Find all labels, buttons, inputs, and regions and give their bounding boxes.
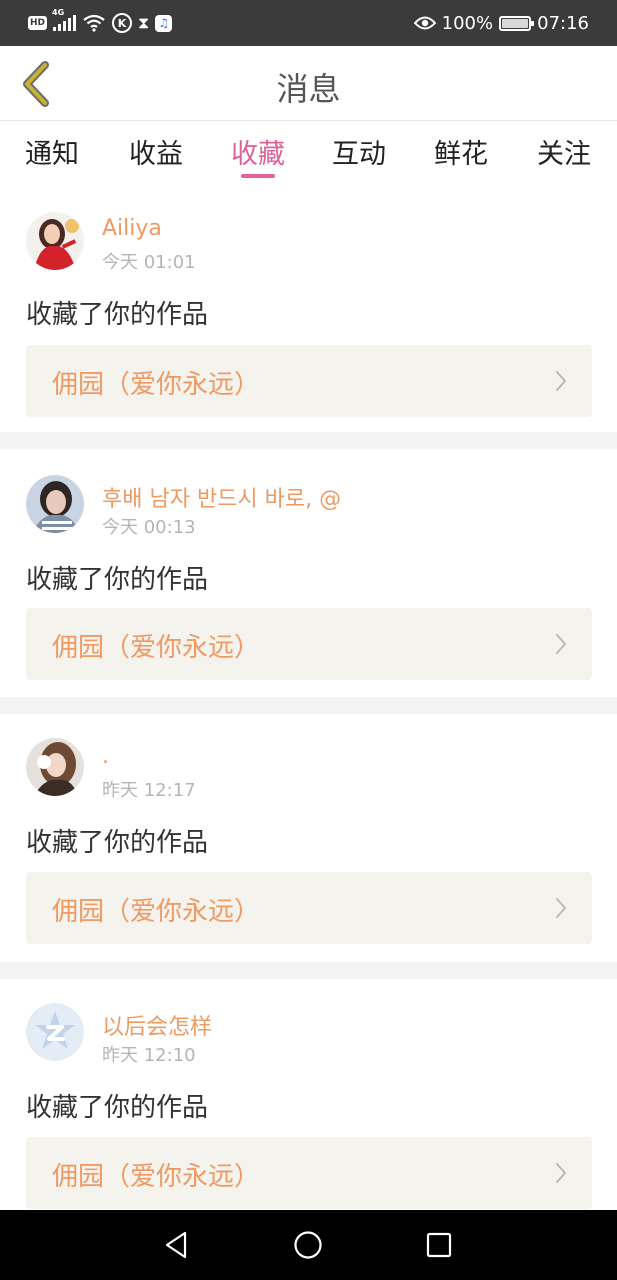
nav-recents-button[interactable] xyxy=(422,1228,456,1262)
tab-favorites[interactable]: 收藏 xyxy=(208,132,308,171)
back-triangle-icon xyxy=(165,1231,187,1259)
hd-icon: HD xyxy=(28,16,48,30)
divider xyxy=(0,962,617,979)
system-nav-bar xyxy=(0,1210,617,1280)
timestamp: 今天 01:01 xyxy=(102,252,196,273)
work-title: 佣园（爱你永远） xyxy=(52,370,261,400)
eye-icon xyxy=(413,16,436,30)
avatar[interactable] xyxy=(26,212,84,270)
action-text: 收藏了你的作品 xyxy=(26,828,209,858)
notification-list: Ailiya 今天 01:01 收藏了你的作品 佣园（爱你永远） 후배 남자 반… xyxy=(0,184,617,1227)
timestamp: 昨天 12:17 xyxy=(102,780,196,801)
chevron-right-icon xyxy=(556,371,567,391)
divider xyxy=(0,697,617,714)
work-link[interactable]: 佣园（爱你永远） xyxy=(26,608,592,680)
wifi-icon xyxy=(83,14,105,32)
work-link[interactable]: 佣园（爱你永远） xyxy=(26,872,592,944)
page-title: 消息 xyxy=(276,70,341,108)
music-app-icon: ♫ xyxy=(155,14,173,32)
avatar[interactable] xyxy=(26,738,84,796)
recents-square-icon xyxy=(426,1232,452,1258)
action-text: 收藏了你的作品 xyxy=(26,1093,209,1123)
chevron-right-icon xyxy=(556,1163,567,1183)
list-item: 以后会怎样 昨天 12:10 收藏了你的作品 佣园（爱你永远） xyxy=(0,979,617,1227)
avatar[interactable] xyxy=(26,475,84,533)
signal-icon: 4G xyxy=(52,8,77,31)
k-app-icon: K xyxy=(112,13,133,33)
tab-following[interactable]: 关注 xyxy=(514,132,614,171)
status-left-icons: HD 4G K ⧗ ♫ xyxy=(28,8,173,34)
clock: 07:16 xyxy=(537,12,589,34)
list-item: 후배 남자 반드시 바로, @ 今天 00:13 收藏了你的作品 佣园（爱你永远… xyxy=(0,449,617,697)
status-bar: HD 4G K ⧗ ♫ 100% 07:16 xyxy=(0,0,617,46)
header: 消息 xyxy=(0,46,617,121)
nav-back-button[interactable] xyxy=(159,1228,193,1262)
work-link[interactable]: 佣园（爱你永远） xyxy=(26,1137,592,1209)
chevron-right-icon xyxy=(556,898,567,918)
work-link[interactable]: 佣园（爱你永远） xyxy=(26,345,592,417)
tab-earnings[interactable]: 收益 xyxy=(106,132,206,171)
tab-interactions[interactable]: 互动 xyxy=(309,132,409,171)
tab-flowers[interactable]: 鲜花 xyxy=(411,132,511,171)
work-title: 佣园（爱你永远） xyxy=(52,1162,261,1192)
timestamp: 今天 00:13 xyxy=(102,517,196,538)
list-item: Ailiya 今天 01:01 收藏了你的作品 佣园（爱你永远） xyxy=(0,184,617,432)
divider xyxy=(0,432,617,449)
network-type-label: 4G xyxy=(52,8,65,17)
active-tab-indicator xyxy=(241,174,275,178)
chevron-right-icon xyxy=(556,634,567,654)
work-title: 佣园（爱你永远） xyxy=(52,633,261,663)
battery-percent: 100% xyxy=(441,12,494,34)
action-text: 收藏了你的作品 xyxy=(26,565,209,595)
tab-bar: 通知 收益 收藏 互动 鲜花 关注 xyxy=(0,122,617,184)
username[interactable]: Ailiya xyxy=(102,216,162,241)
username[interactable]: 후배 남자 반드시 바로, @ xyxy=(102,481,341,513)
action-text: 收藏了你的作品 xyxy=(26,300,209,330)
timestamp: 昨天 12:10 xyxy=(102,1045,196,1066)
list-item: . 昨天 12:17 收藏了你的作品 佣园（爱你永远） xyxy=(0,714,617,962)
tab-notifications[interactable]: 通知 xyxy=(2,132,102,171)
battery-icon xyxy=(499,15,535,31)
username[interactable]: . xyxy=(102,744,109,769)
hourglass-icon: ⧗ xyxy=(138,13,150,32)
home-circle-icon xyxy=(294,1231,322,1259)
nav-home-button[interactable] xyxy=(291,1228,325,1262)
work-title: 佣园（爱你永远） xyxy=(52,897,261,927)
username[interactable]: 以后会怎样 xyxy=(102,1009,212,1041)
status-right-icons: 100% 07:16 xyxy=(413,10,589,36)
avatar[interactable] xyxy=(26,1003,84,1061)
